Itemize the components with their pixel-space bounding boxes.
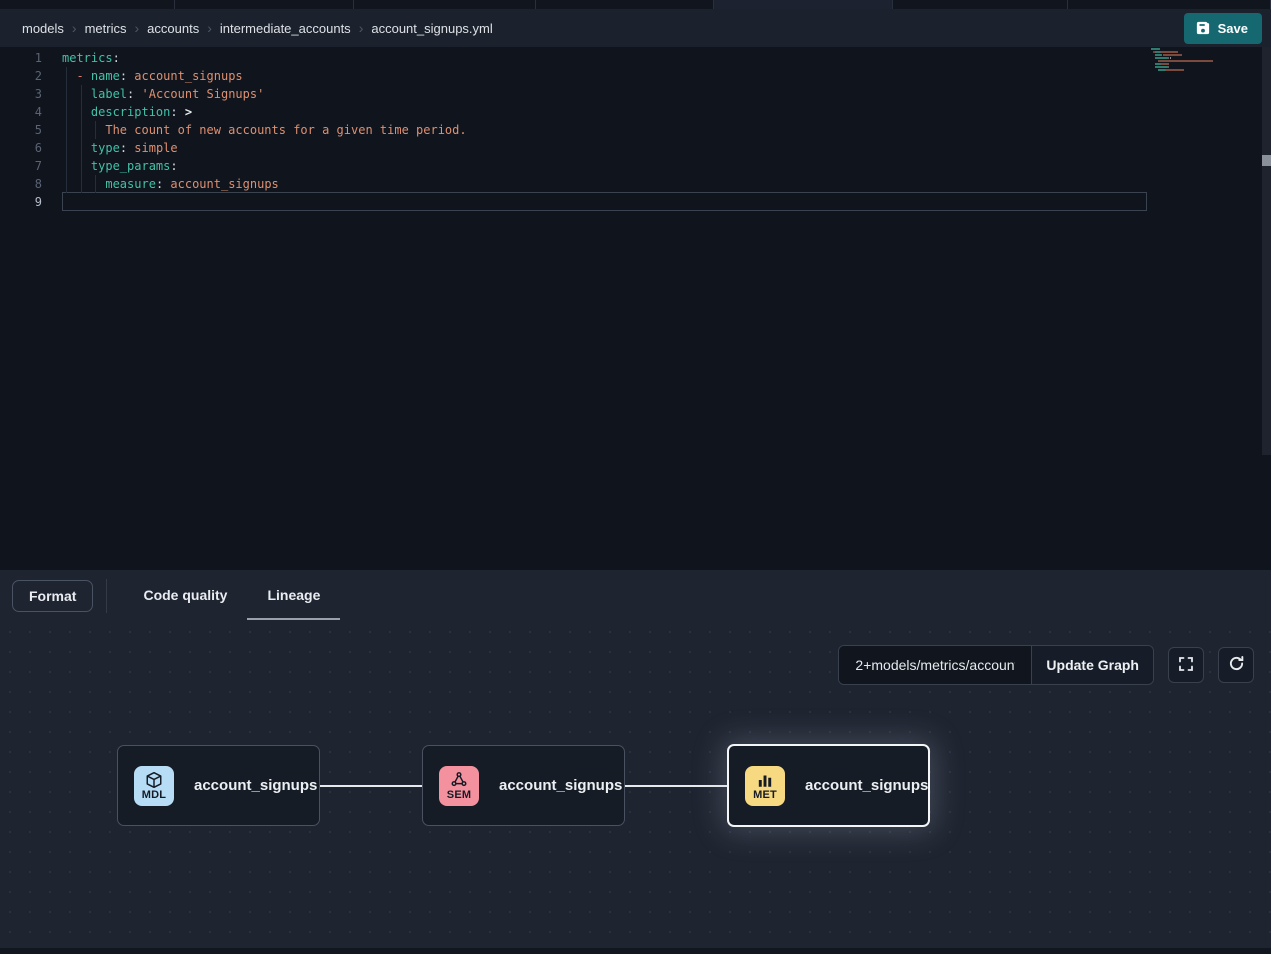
panel-toolbar: Format Code quality Lineage [0, 570, 1271, 622]
line-number: 6 [0, 139, 42, 157]
editor-tab[interactable] [536, 0, 714, 9]
node-badge-mdl: MDL [134, 766, 174, 806]
panel-tab-label: Lineage [267, 587, 320, 603]
line-number: 5 [0, 121, 42, 139]
lineage-edge [625, 785, 727, 787]
toolbar-divider [106, 579, 107, 613]
cube-icon [145, 771, 163, 789]
code-text: type_params: [42, 157, 178, 175]
code-text: measure: account_signups [42, 175, 279, 193]
editor-scrollbar-track[interactable] [1262, 47, 1271, 455]
update-graph-button[interactable]: Update Graph [1031, 646, 1153, 684]
breadcrumb-item[interactable]: models [22, 21, 64, 36]
code-line[interactable]: 9 [0, 193, 1271, 211]
line-number: 4 [0, 103, 42, 121]
node-label: account_signups [805, 777, 928, 794]
node-label: account_signups [194, 777, 317, 794]
lineage-edge [320, 785, 422, 787]
graph-controls: Update Graph [838, 645, 1254, 685]
breadcrumb-bar: models › metrics › accounts › intermediate_acc… [0, 9, 1271, 47]
breadcrumb-item[interactable]: metrics [85, 21, 127, 36]
editor-tab[interactable] [354, 0, 536, 9]
chevron-right-icon: › [359, 20, 364, 36]
chevron-right-icon: › [207, 20, 212, 36]
fullscreen-button[interactable] [1168, 647, 1204, 683]
editor-tab[interactable] [893, 0, 1068, 9]
line-number: 2 [0, 67, 42, 85]
node-badge-met: MET [745, 766, 785, 806]
code-text: metrics: [42, 49, 120, 67]
editor-tab-strip [0, 0, 1271, 9]
node-badge-sem: SEM [439, 766, 479, 806]
graph-filter-group: Update Graph [838, 645, 1154, 685]
code-line[interactable]: 3 label: 'Account Signups' [0, 85, 1271, 103]
semantic-nodes-icon [450, 771, 468, 789]
save-label: Save [1218, 21, 1248, 36]
code-text [42, 193, 62, 211]
editor-tab[interactable] [0, 0, 175, 9]
line-number: 9 [0, 193, 42, 211]
panel-tab-lineage[interactable]: Lineage [247, 572, 340, 620]
code-line[interactable]: 6 type: simple [0, 139, 1271, 157]
editor-tab[interactable] [1068, 0, 1271, 9]
editor-scrollbar-thumb[interactable] [1262, 155, 1271, 166]
code-text: - name: account_signups [42, 67, 243, 85]
code-line[interactable]: 5 The count of new accounts for a given … [0, 121, 1271, 139]
code-text: The count of new accounts for a given ti… [42, 121, 467, 139]
bottom-strip [0, 948, 1271, 954]
editor-tab[interactable] [175, 0, 354, 9]
code-line[interactable]: 1metrics: [0, 49, 1271, 67]
lineage-node-sem[interactable]: SEM account_signups [422, 745, 625, 826]
code-text: description: > [42, 103, 192, 121]
node-badge-label: SEM [447, 790, 471, 801]
code-line[interactable]: 4 description: > [0, 103, 1271, 121]
panel-tab-label: Code quality [143, 587, 227, 603]
line-number: 3 [0, 85, 42, 103]
breadcrumb-item[interactable]: account_signups.yml [371, 21, 492, 36]
bar-chart-icon [756, 771, 774, 789]
node-badge-label: MDL [142, 790, 166, 801]
lineage-canvas[interactable]: Update Graph MDLaccount_si [0, 622, 1271, 948]
refresh-button[interactable] [1218, 647, 1254, 683]
lineage-node-met[interactable]: MET account_signups [727, 744, 930, 827]
code-text: type: simple [42, 139, 178, 157]
active-tab-underline [247, 618, 340, 620]
refresh-icon [1228, 655, 1245, 675]
save-button[interactable]: Save [1184, 13, 1262, 44]
save-icon [1196, 21, 1210, 35]
lineage-filter-input[interactable] [839, 646, 1031, 684]
line-number: 7 [0, 157, 42, 175]
line-number: 8 [0, 175, 42, 193]
code-line[interactable]: 8 measure: account_signups [0, 175, 1271, 193]
breadcrumb-item[interactable]: accounts [147, 21, 199, 36]
breadcrumb: models › metrics › accounts › intermediate_acc… [22, 20, 1184, 36]
lineage-node-mdl[interactable]: MDL account_signups [117, 745, 320, 826]
line-number: 1 [0, 49, 42, 67]
minimap[interactable] [1151, 48, 1215, 75]
chevron-right-icon: › [72, 20, 77, 36]
chevron-right-icon: › [134, 20, 139, 36]
code-editor[interactable]: 1metrics:2 - name: account_signups3 labe… [0, 47, 1271, 570]
editor-tab[interactable] [714, 0, 893, 9]
format-button[interactable]: Format [12, 580, 93, 612]
node-label: account_signups [499, 777, 622, 794]
fullscreen-icon [1178, 656, 1194, 675]
code-text: label: 'Account Signups' [42, 85, 264, 103]
breadcrumb-item[interactable]: intermediate_accounts [220, 21, 351, 36]
code-line[interactable]: 2 - name: account_signups [0, 67, 1271, 85]
node-badge-label: MET [753, 790, 777, 801]
code-line[interactable]: 7 type_params: [0, 157, 1271, 175]
panel-tab-code-quality[interactable]: Code quality [123, 572, 247, 620]
bottom-panel: Format Code quality Lineage Update Graph [0, 570, 1271, 954]
